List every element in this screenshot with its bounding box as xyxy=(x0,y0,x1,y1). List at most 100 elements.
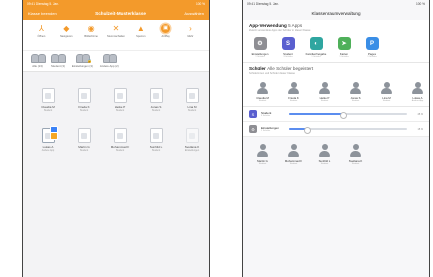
toolbar-button-5[interactable]: ▣ AirPlay xyxy=(158,24,174,38)
usage-bar-knob xyxy=(339,111,347,119)
app-usage-row[interactable]: S Student 3 Schüler 45 % xyxy=(243,107,429,122)
student-tile[interactable]: Claudia M Student xyxy=(249,81,276,102)
lock-icon: 🔒 xyxy=(87,57,93,63)
student-device-tile[interactable]: Jonas S Student xyxy=(141,88,171,112)
toolbar-label: Navigieren xyxy=(60,34,73,38)
student-status: Student xyxy=(351,162,360,165)
app-usage-item[interactable]: P Pages 1 Schüler xyxy=(361,37,383,58)
person-icon xyxy=(411,81,425,95)
select-button[interactable]: Auswählen xyxy=(184,11,204,16)
app-icon: ➤ xyxy=(337,37,351,50)
toolbar-label: Bildschirme xyxy=(84,34,98,38)
person-icon xyxy=(349,143,363,157)
group-label: Student (3) xyxy=(51,64,65,69)
nav-bar: Klasse beenden Schulzeit-Musterklasse Au… xyxy=(23,7,209,20)
student-tile[interactable]: Lukas A Andere App xyxy=(404,81,429,102)
app-user-count: 1 Schüler xyxy=(311,55,321,58)
student-tile[interactable]: Lina M Student xyxy=(373,81,400,102)
group-avatars xyxy=(102,53,118,63)
screen-thumbnail xyxy=(189,132,195,139)
student-status: Student xyxy=(258,100,267,102)
students-title: Schüler xyxy=(249,65,266,71)
end-class-button[interactable]: Klasse beenden xyxy=(28,11,57,16)
group-item[interactable]: Student (3) xyxy=(51,53,66,69)
person-icon xyxy=(287,81,301,95)
student-app-status: Andere App xyxy=(41,149,55,152)
student-status: Student xyxy=(289,100,298,102)
avatar-head xyxy=(259,144,266,150)
toolbar-label: AirPlay xyxy=(161,34,170,38)
screen-thumbnail xyxy=(45,92,51,99)
person-icon xyxy=(287,143,301,157)
student-device-tile[interactable]: Martin G Student xyxy=(69,128,99,152)
student-device-tile[interactable]: Sunhild L Student xyxy=(141,128,171,152)
person-icon xyxy=(318,81,332,95)
app-usage-item[interactable]: ➤ Karten 1 Schüler xyxy=(333,37,355,58)
device-screen xyxy=(149,88,163,103)
app-list: ⚙ Einstellungen 1 Schüler S Student 3 Schüler… xyxy=(249,37,423,58)
student-tile[interactable]: Jonas S Student xyxy=(342,81,369,102)
device-screen xyxy=(77,128,91,143)
device-grid: Claudia M Student Frieda K Student Heike P St… xyxy=(23,72,209,152)
app-icon: ⚙ xyxy=(253,37,267,50)
toolbar-button-1[interactable]: ◆ Navigieren xyxy=(58,24,74,38)
mute-icon: ✕ xyxy=(112,23,120,33)
student-device-tile[interactable]: Svetlana K Einstellungen xyxy=(177,128,207,152)
student-app-status: Student xyxy=(43,109,53,112)
toolbar-button-0[interactable]: ⅄ Öffnen xyxy=(33,24,49,38)
student-app-status: Einstellungen xyxy=(184,149,200,152)
group-item[interactable]: Andere App (2) xyxy=(100,53,119,68)
student-device-tile[interactable]: Frieda K Student xyxy=(69,88,99,112)
status-bar: 09:41 Dienstag 5. Jan. 100 % xyxy=(23,0,209,7)
person-icon xyxy=(109,53,118,63)
usage-value: 15 % xyxy=(417,127,423,131)
student-tile[interactable]: Frieda K Student xyxy=(280,81,307,102)
app-usage-item[interactable]: ◐ Familienfreigabe 1 Schüler xyxy=(305,37,327,58)
toolbar-button-6[interactable]: › Mehr xyxy=(182,24,198,38)
toolbar-label: Öffnen xyxy=(37,34,46,38)
usage-bar-fill xyxy=(289,113,343,115)
app-usage-row[interactable]: ⚙ Einstellungen 1 Schüler 15 % xyxy=(243,122,429,137)
toolbar-button-2[interactable]: ◉ Bildschirme xyxy=(83,24,99,38)
student-tile[interactable]: Svetlana K Student xyxy=(342,143,369,165)
students-section: Schüler Alle Schüler begeistert Schüleri… xyxy=(243,62,429,107)
group-item[interactable]: Alle (13) xyxy=(31,53,46,68)
lock-icon: ▲ xyxy=(136,23,145,33)
app-usage-item[interactable]: S Student 3 Schüler xyxy=(277,37,299,58)
person-icon: 🔒 xyxy=(82,53,93,63)
device-screen xyxy=(185,128,199,143)
student-tile[interactable]: Sunhild L Student xyxy=(311,143,338,165)
student-tile[interactable]: Heike P Student xyxy=(311,81,338,102)
device-screen xyxy=(41,88,55,103)
screen-thumbnail xyxy=(81,132,87,139)
management-tablet-right: 09:41 Dienstag 5. Jan. 100 % Klassenraum… xyxy=(242,0,430,277)
person-icon xyxy=(380,81,394,95)
app-icon: ◐ xyxy=(309,37,323,50)
toolbar-button-4[interactable]: ▲ Sperren xyxy=(133,24,149,38)
app-usage-item[interactable]: ⚙ Einstellungen 1 Schüler xyxy=(249,37,271,58)
student-app-status: Student xyxy=(115,149,125,152)
student-device-tile[interactable]: Claudia M Student xyxy=(33,88,63,112)
student-device-tile[interactable]: Mohammad F Student xyxy=(105,128,135,152)
toolbar-button-3[interactable]: ✕ Stummschalten xyxy=(107,23,125,38)
student-device-tile[interactable]: Heike P Student xyxy=(105,88,135,112)
screen-thumbnail xyxy=(117,92,123,99)
app-usage-title: App-Verwendung xyxy=(249,23,287,28)
student-tile[interactable]: Martin G Student xyxy=(249,143,276,165)
group-avatars xyxy=(31,53,46,63)
students-filter[interactable]: Alle Schüler begeistert xyxy=(267,66,313,71)
page-title: Klassenraumverwaltung xyxy=(311,11,361,16)
screen-thumbnail xyxy=(153,132,159,139)
class-title: Schulzeit-Musterklasse xyxy=(95,11,146,16)
student-device-tile[interactable]: Lukas A Andere App xyxy=(33,126,63,152)
app-icon: P xyxy=(365,37,379,50)
student-tile[interactable]: Mohammad F Student xyxy=(280,143,307,165)
status-battery: 100 % xyxy=(415,1,425,6)
app-icon xyxy=(49,132,58,140)
students-heading: Schüler Alle Schüler begeistert xyxy=(249,66,423,71)
student-device-tile[interactable]: Lina M Student xyxy=(177,88,207,112)
app-usage-section: App-Verwendung 5 Apps Zuletzt verwendete… xyxy=(243,20,429,63)
student-status: Student xyxy=(320,162,329,165)
avatar-head xyxy=(414,81,421,88)
group-item[interactable]: 🔒 Einstellungen (3) xyxy=(72,53,93,68)
